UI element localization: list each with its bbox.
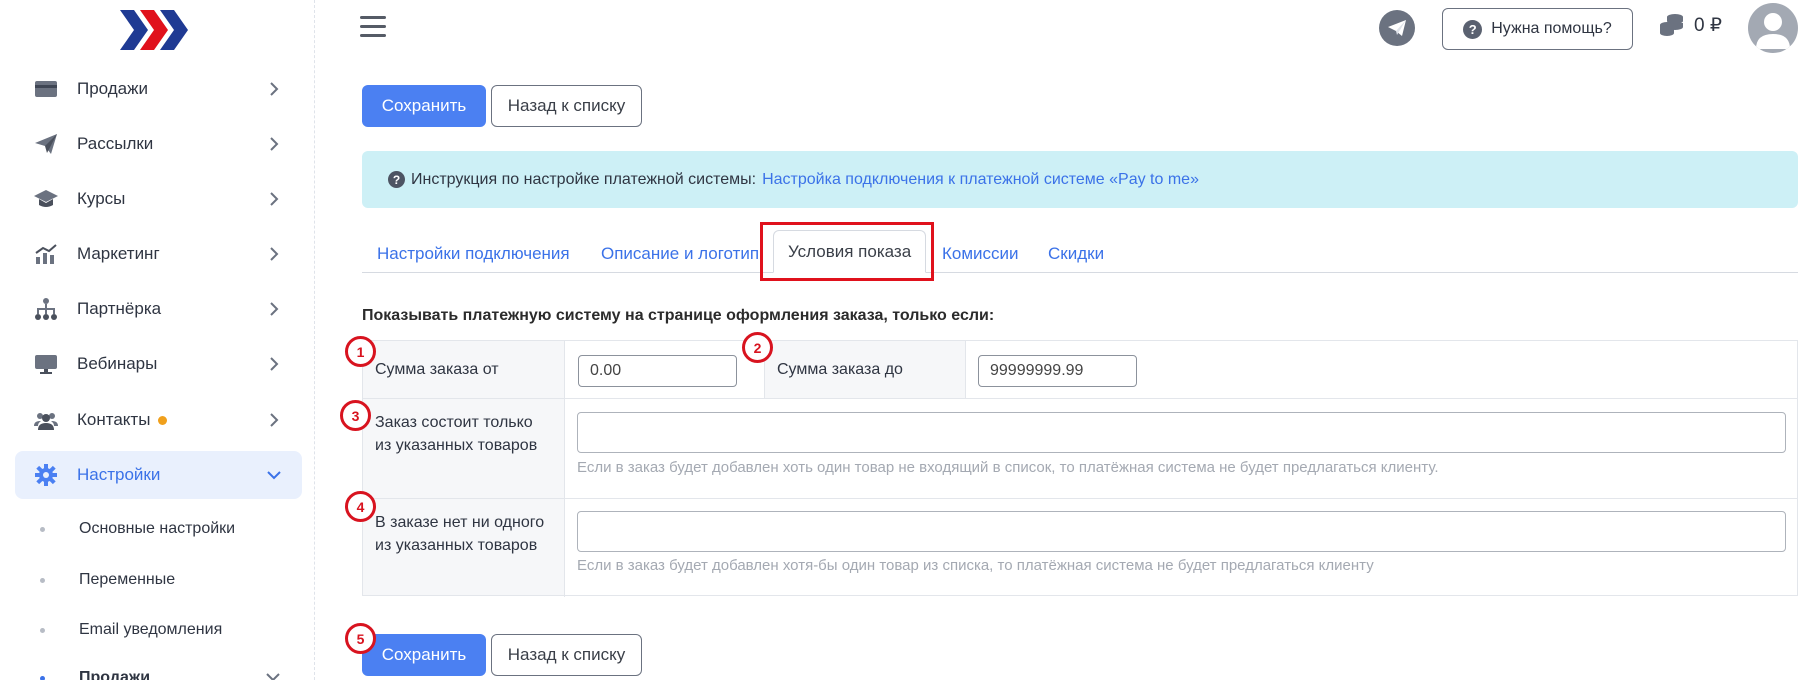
only-items-cell: Если в заказ будет добавлен хоть один то… bbox=[565, 399, 1797, 498]
info-text: Инструкция по настройке платежной систем… bbox=[411, 170, 757, 188]
table-row: В заказе нет ни одного из указанных това… bbox=[363, 499, 1797, 597]
table-row: Заказ состоит только из указанных товаро… bbox=[363, 399, 1797, 499]
gear-icon bbox=[33, 462, 59, 488]
back-to-list-button-bottom[interactable]: Назад к списку bbox=[491, 634, 642, 676]
sidebar-item-courses[interactable]: Курсы bbox=[15, 175, 302, 223]
conditions-table: Сумма заказа от Сумма заказа до Заказ со… bbox=[362, 340, 1798, 597]
bullet bbox=[40, 627, 45, 633]
chevron-down-icon bbox=[266, 669, 280, 680]
hierarchy-icon bbox=[33, 296, 59, 322]
only-items-hint: Если в заказ будет добавлен хоть один то… bbox=[577, 459, 1439, 476]
menu-toggle-icon[interactable] bbox=[360, 16, 386, 38]
chevron-right-icon bbox=[264, 189, 284, 209]
sidebar-item-contacts[interactable]: Контакты bbox=[15, 396, 302, 444]
only-items-select[interactable] bbox=[577, 412, 1786, 453]
paper-plane-icon bbox=[33, 131, 59, 157]
sidebar-item-label: Настройки bbox=[77, 465, 161, 484]
sidebar-subitem-label: Email уведомления bbox=[79, 621, 223, 638]
annotation-marker-3: 3 bbox=[340, 400, 371, 431]
sidebar-item-label: Контакты bbox=[77, 410, 264, 430]
sum-from-input[interactable] bbox=[578, 355, 737, 387]
chevron-down-icon bbox=[264, 465, 284, 485]
sidebar-subitem-label: Продажи bbox=[79, 669, 151, 680]
tab-description-logo[interactable]: Описание и логотип bbox=[601, 236, 759, 272]
help-button[interactable]: ? Нужна помощь? bbox=[1442, 8, 1633, 50]
sidebar-item-label: Маркетинг bbox=[77, 244, 160, 263]
tab-discounts[interactable]: Скидки bbox=[1048, 236, 1104, 272]
sum-to-label: Сумма заказа до bbox=[765, 341, 965, 398]
chevron-right-icon bbox=[264, 354, 284, 374]
question-icon: ? bbox=[1463, 19, 1483, 39]
annotation-marker-1: 1 bbox=[345, 336, 376, 367]
bullet bbox=[40, 526, 45, 532]
chart-icon bbox=[33, 241, 59, 267]
info-banner: ? Инструкция по настройке платежной сист… bbox=[362, 151, 1798, 208]
help-button-label: Нужна помощь? bbox=[1491, 20, 1612, 37]
annotation-marker-5: 5 bbox=[345, 623, 376, 654]
sidebar-item-label: Курсы bbox=[77, 189, 126, 208]
monitor-icon bbox=[33, 351, 59, 377]
sidebar: Продажи Рассылки Курсы Маркетинг Партнёр… bbox=[0, 0, 315, 680]
chevron-right-icon bbox=[264, 79, 284, 99]
form-heading: Показывать платежную систему на странице… bbox=[362, 307, 995, 324]
notification-dot bbox=[158, 416, 168, 426]
sidebar-item-partners[interactable]: Партнёрка bbox=[15, 285, 302, 333]
tab-display-conditions[interactable]: Условия показа bbox=[773, 230, 927, 273]
question-icon: ? bbox=[388, 171, 405, 188]
sidebar-item-sales[interactable]: Продажи bbox=[15, 65, 302, 113]
sidebar-subitem-label: Основные настройки bbox=[79, 520, 236, 537]
balance-value: 0 ₽ bbox=[1694, 14, 1722, 36]
sidebar-item-settings[interactable]: Настройки bbox=[15, 451, 302, 499]
tab-commissions[interactable]: Комиссии bbox=[942, 236, 1019, 272]
no-items-hint: Если в заказ будет добавлен хотя-бы один… bbox=[577, 557, 1374, 574]
only-items-label: Заказ состоит только из указанных товаро… bbox=[363, 399, 564, 498]
table-row: Сумма заказа от Сумма заказа до bbox=[363, 341, 1797, 399]
chevron-right-icon bbox=[264, 410, 284, 430]
telegram-icon[interactable] bbox=[1379, 10, 1415, 46]
sum-from-cell bbox=[565, 341, 764, 398]
save-button[interactable]: Сохранить bbox=[362, 85, 486, 127]
card-icon bbox=[33, 76, 59, 102]
back-to-list-button[interactable]: Назад к списку bbox=[491, 85, 642, 127]
sidebar-item-label: Партнёрка bbox=[77, 299, 162, 318]
sidebar-item-label: Вебинары bbox=[77, 354, 158, 373]
chevron-right-icon bbox=[264, 299, 284, 319]
tabs-divider bbox=[362, 272, 1798, 273]
logo[interactable] bbox=[118, 8, 190, 52]
annotation-marker-4: 4 bbox=[345, 491, 376, 522]
no-items-cell: Если в заказ будет добавлен хотя-бы один… bbox=[565, 499, 1797, 595]
sidebar-item-label: Продажи bbox=[77, 79, 148, 98]
bullet bbox=[40, 675, 45, 680]
annotation-marker-2: 2 bbox=[742, 332, 773, 363]
graduation-cap-icon bbox=[33, 186, 59, 212]
save-button-bottom[interactable]: Сохранить bbox=[362, 634, 486, 676]
chevron-right-icon bbox=[264, 134, 284, 154]
sum-from-label: Сумма заказа от bbox=[363, 341, 564, 398]
bullet bbox=[40, 577, 45, 583]
sidebar-item-mailings[interactable]: Рассылки bbox=[15, 120, 302, 168]
sidebar-item-label: Рассылки bbox=[77, 134, 154, 153]
tab-connection-settings[interactable]: Настройки подключения bbox=[377, 236, 570, 272]
sum-to-cell bbox=[966, 341, 1797, 398]
no-items-select[interactable] bbox=[577, 511, 1786, 552]
sidebar-item-marketing[interactable]: Маркетинг bbox=[15, 230, 302, 278]
sidebar-item-webinars[interactable]: Вебинары bbox=[15, 340, 302, 388]
sidebar-subitem-variables[interactable]: Переменные bbox=[40, 565, 175, 595]
instruction-link[interactable]: Настройка подключения к платежной систем… bbox=[762, 171, 1199, 189]
avatar[interactable] bbox=[1748, 3, 1798, 53]
sidebar-subitem-sales[interactable]: Продажи bbox=[40, 663, 280, 680]
sidebar-subitem-email-notifications[interactable]: Email уведомления bbox=[40, 615, 222, 645]
sidebar-subitem-main-settings[interactable]: Основные настройки bbox=[40, 514, 235, 544]
balance[interactable]: 0 ₽ bbox=[1658, 12, 1722, 38]
chevron-right-icon bbox=[264, 244, 284, 264]
users-icon bbox=[33, 407, 59, 433]
no-items-label: В заказе нет ни одного из указанных това… bbox=[363, 499, 564, 595]
sum-to-input[interactable] bbox=[978, 355, 1137, 387]
sidebar-subitem-label: Переменные bbox=[79, 571, 176, 588]
coins-icon bbox=[1658, 12, 1686, 38]
